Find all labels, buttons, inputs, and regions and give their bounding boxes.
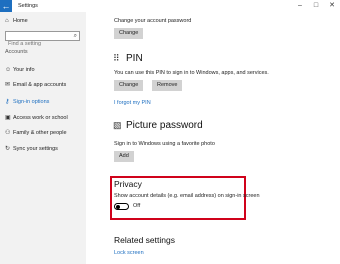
sidebar-item-work-school[interactable]: ▣ Access work or school	[5, 113, 68, 122]
privacy-heading: Privacy	[114, 179, 142, 189]
minimize-button[interactable]: –	[292, 0, 308, 12]
maximize-button[interactable]: □	[308, 0, 324, 12]
password-description: Change your account password	[114, 18, 192, 24]
picture-password-description: Sign in to Windows using a favorite phot…	[114, 141, 215, 147]
home-icon: ⌂	[5, 17, 9, 24]
sync-icon: ↻	[5, 146, 11, 152]
sidebar-item-family[interactable]: ⚇ Family & other people	[5, 128, 67, 137]
search-box[interactable]: ⌕	[5, 31, 80, 48]
lock-screen-link[interactable]: Lock screen	[114, 250, 144, 256]
picture-password-heading: Picture password	[126, 120, 203, 131]
privacy-description: Show account details (e.g. email address…	[114, 193, 260, 199]
sidebar-item-home[interactable]: ⌂ Home	[5, 16, 28, 25]
briefcase-icon: ▣	[5, 115, 11, 121]
privacy-toggle[interactable]	[114, 203, 129, 210]
pin-icon: ⠿	[113, 53, 120, 63]
sidebar: ⌂ Home ⌕ Accounts ☺ Your info ✉ Email & …	[0, 12, 86, 264]
back-button[interactable]: ←	[0, 0, 12, 12]
pin-heading: PIN	[126, 53, 143, 64]
sidebar-section-label: Accounts	[5, 49, 28, 55]
sidebar-item-sync[interactable]: ↻ Sync your settings	[5, 144, 58, 153]
main-content: Change your account password Change ⠿ PI…	[86, 12, 340, 264]
search-input[interactable]	[6, 40, 70, 48]
toggle-knob	[116, 205, 120, 209]
picture-icon: ▧	[113, 120, 122, 130]
close-button[interactable]: ✕	[324, 0, 340, 12]
pin-description: You can use this PIN to sign in to Windo…	[114, 70, 269, 76]
settings-window: ← Settings – □ ✕ ⌂ Home ⌕ Accounts ☺ You…	[0, 0, 340, 264]
pin-change-button[interactable]: Change	[114, 80, 144, 91]
person-icon: ☺	[5, 66, 12, 73]
title-bar: ← Settings – □ ✕	[0, 0, 340, 12]
key-icon: ⚷	[5, 99, 10, 105]
password-change-button[interactable]: Change	[114, 28, 144, 39]
sidebar-item-label: Sync your settings	[13, 145, 58, 152]
sidebar-item-your-info[interactable]: ☺ Your info	[5, 65, 35, 74]
sidebar-item-email-accounts[interactable]: ✉ Email & app accounts	[5, 80, 66, 89]
email-icon: ✉	[5, 82, 11, 88]
sidebar-item-label: Sign-in options	[13, 98, 50, 105]
privacy-toggle-state: Off	[133, 203, 141, 209]
forgot-pin-link[interactable]: I forgot my PIN	[114, 100, 151, 106]
picture-password-add-button[interactable]: Add	[114, 151, 134, 162]
sidebar-item-sign-in-options[interactable]: ⚷ Sign-in options	[5, 97, 49, 106]
window-title: Settings	[18, 3, 38, 9]
sidebar-item-label: Family & other people	[13, 129, 67, 136]
sidebar-item-label: Home	[13, 17, 28, 24]
sidebar-item-label: Your info	[13, 66, 35, 73]
search-icon[interactable]: ⌕	[74, 32, 77, 40]
related-settings-heading: Related settings	[114, 235, 175, 245]
sidebar-item-label: Access work or school	[13, 114, 68, 121]
window-controls: – □ ✕	[292, 0, 340, 12]
pin-remove-button[interactable]: Remove	[152, 80, 183, 91]
people-icon: ⚇	[5, 130, 11, 136]
sidebar-item-label: Email & app accounts	[13, 81, 67, 88]
